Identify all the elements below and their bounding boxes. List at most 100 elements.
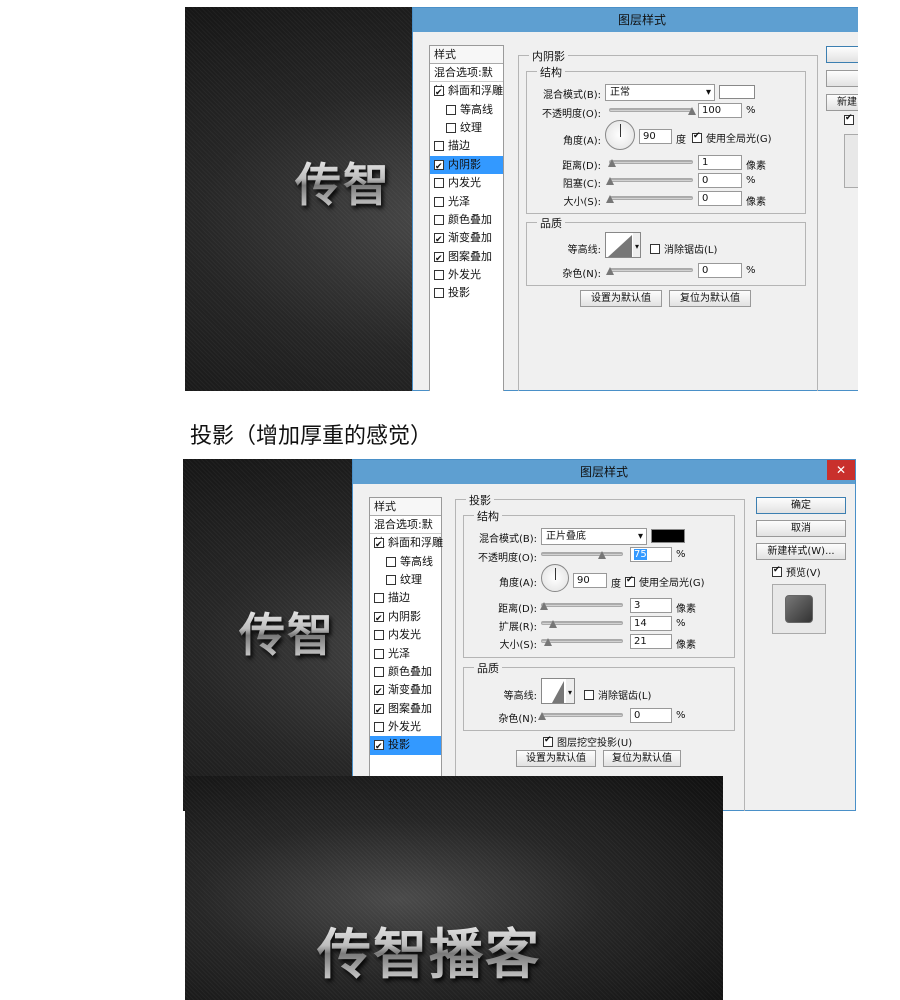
slider-thumb[interactable] [606, 177, 614, 185]
slider-thumb[interactable] [606, 195, 614, 203]
close-button[interactable]: ✕ [827, 460, 855, 480]
style-item-texture[interactable]: 纹理 [370, 571, 441, 589]
style-item-drop-shadow[interactable]: 投影 [370, 736, 441, 756]
style-item-outer-glow[interactable]: 外发光 [430, 266, 503, 284]
slider-thumb[interactable] [538, 712, 546, 720]
style-item-contour[interactable]: 等高线 [370, 552, 441, 570]
ok-button[interactable]: 确定 [756, 497, 846, 514]
preview-checkbox[interactable]: 预览(V) [772, 564, 821, 579]
slider-thumb[interactable] [598, 551, 606, 559]
style-item-pattern-overlay[interactable]: 图案叠加 [370, 700, 441, 720]
dialog-titlebar[interactable]: 图层样式 [413, 8, 858, 32]
style-item-inner-shadow[interactable]: 内阴影 [430, 155, 503, 176]
opacity-slider[interactable] [609, 107, 696, 115]
checkbox-bevel[interactable] [434, 84, 444, 102]
style-item-bevel[interactable]: 斜面和浮雕 [370, 534, 443, 554]
size-input[interactable]: 0 [698, 191, 742, 206]
make-default-button[interactable]: 设置为默认值 [516, 750, 596, 767]
checkbox-bevel[interactable] [374, 536, 384, 554]
size-input[interactable]: 21 [630, 634, 672, 649]
reset-default-button[interactable]: 复位为默认值 [603, 750, 681, 767]
contour-picker[interactable]: ▾ [605, 232, 641, 258]
new-style-button[interactable]: 新建样式(W)... [756, 543, 846, 560]
preview-checkbox-partial[interactable] [844, 113, 858, 125]
checkbox-color-overlay[interactable] [374, 666, 384, 677]
blend-mode-select[interactable]: 正常 [605, 84, 715, 101]
shadow-color-swatch[interactable] [651, 529, 685, 543]
noise-slider[interactable] [538, 712, 623, 720]
checkbox-outer-glow[interactable] [374, 722, 384, 733]
slider-thumb[interactable] [544, 638, 553, 646]
noise-slider[interactable] [606, 267, 693, 275]
shadow-color-swatch[interactable] [719, 85, 755, 99]
opacity-slider[interactable] [541, 551, 623, 559]
anti-alias-checkbox[interactable]: 消除锯齿(L) [584, 687, 651, 702]
style-item-outer-glow[interactable]: 外发光 [370, 718, 441, 736]
slider-thumb[interactable] [540, 602, 549, 610]
checkbox-satin[interactable] [434, 196, 444, 207]
contour-picker[interactable]: ▾ [541, 678, 575, 704]
size-slider[interactable] [541, 638, 623, 646]
style-item-inner-shadow[interactable]: 内阴影 [370, 608, 441, 628]
distance-input[interactable]: 1 [698, 155, 742, 170]
reset-default-button[interactable]: 复位为默认值 [669, 290, 751, 307]
style-item-bevel[interactable]: 斜面和浮雕 [430, 82, 503, 102]
style-item-satin[interactable]: 光泽 [370, 644, 441, 662]
slider-thumb[interactable] [606, 267, 614, 275]
style-item-color-overlay[interactable]: 颜色叠加 [430, 211, 503, 229]
checkbox-gradient-overlay[interactable] [434, 231, 444, 249]
style-item-stroke[interactable]: 描边 [370, 589, 441, 607]
knockout-checkbox[interactable]: 图层挖空投影(U) [543, 734, 632, 749]
distance-slider[interactable] [607, 159, 693, 167]
style-item-contour[interactable]: 等高线 [430, 100, 503, 118]
blend-options-item[interactable]: 混合选项:默认 [430, 64, 503, 97]
size-slider[interactable] [606, 195, 693, 203]
global-light-checkbox[interactable]: 使用全局光(G) [692, 130, 772, 145]
style-item-gradient-overlay[interactable]: 渐变叠加 [430, 229, 503, 249]
style-item-stroke[interactable]: 描边 [430, 137, 503, 155]
slider-thumb[interactable] [688, 107, 696, 115]
style-item-color-overlay[interactable]: 颜色叠加 [370, 663, 441, 681]
checkbox-gradient-overlay[interactable] [374, 683, 384, 701]
checkbox-inner-shadow[interactable] [434, 158, 444, 176]
distance-slider[interactable] [540, 602, 623, 610]
new-style-button-partial[interactable]: 新建 [826, 94, 858, 111]
distance-input[interactable]: 3 [630, 598, 672, 613]
slider-thumb[interactable] [607, 159, 616, 167]
choke-input[interactable]: 0 [698, 173, 742, 188]
angle-dial[interactable] [605, 120, 635, 150]
anti-alias-checkbox[interactable]: 消除锯齿(L) [650, 241, 717, 256]
checkbox-drop-shadow[interactable] [374, 738, 384, 756]
style-item-texture[interactable]: 纹理 [430, 119, 503, 137]
checkbox[interactable] [650, 243, 660, 254]
slider-thumb[interactable] [549, 620, 558, 628]
checkbox-drop-shadow[interactable] [434, 288, 444, 299]
checkbox[interactable] [625, 575, 635, 587]
blend-mode-select[interactable]: 正片叠底 [541, 528, 647, 545]
style-item-gradient-overlay[interactable]: 渐变叠加 [370, 681, 441, 701]
choke-slider[interactable] [606, 177, 693, 185]
spread-slider[interactable] [541, 620, 623, 628]
style-item-inner-glow[interactable]: 内发光 [430, 174, 503, 192]
make-default-button[interactable]: 设置为默认值 [580, 290, 662, 307]
spread-input[interactable]: 14 [630, 616, 672, 631]
checkbox[interactable] [844, 113, 854, 125]
checkbox-contour[interactable] [386, 556, 396, 567]
angle-dial[interactable] [541, 564, 569, 592]
checkbox-outer-glow[interactable] [434, 270, 444, 281]
style-item-satin[interactable]: 光泽 [430, 192, 503, 210]
cancel-button[interactable]: 取消 [756, 520, 846, 537]
opacity-input[interactable]: 75 [630, 547, 672, 562]
checkbox-inner-shadow[interactable] [374, 610, 384, 628]
checkbox-inner-glow[interactable] [434, 178, 444, 189]
checkbox-color-overlay[interactable] [434, 214, 444, 225]
checkbox-stroke[interactable] [434, 141, 444, 152]
angle-input[interactable]: 90 [639, 129, 672, 144]
checkbox-inner-glow[interactable] [374, 630, 384, 641]
dialog-titlebar[interactable]: 图层样式 ✕ [353, 460, 855, 484]
cancel-button-partial[interactable] [826, 70, 858, 87]
opacity-input[interactable]: 100 [698, 103, 742, 118]
checkbox-pattern-overlay[interactable] [374, 702, 384, 720]
checkbox-texture[interactable] [446, 122, 456, 133]
checkbox[interactable] [692, 131, 702, 143]
